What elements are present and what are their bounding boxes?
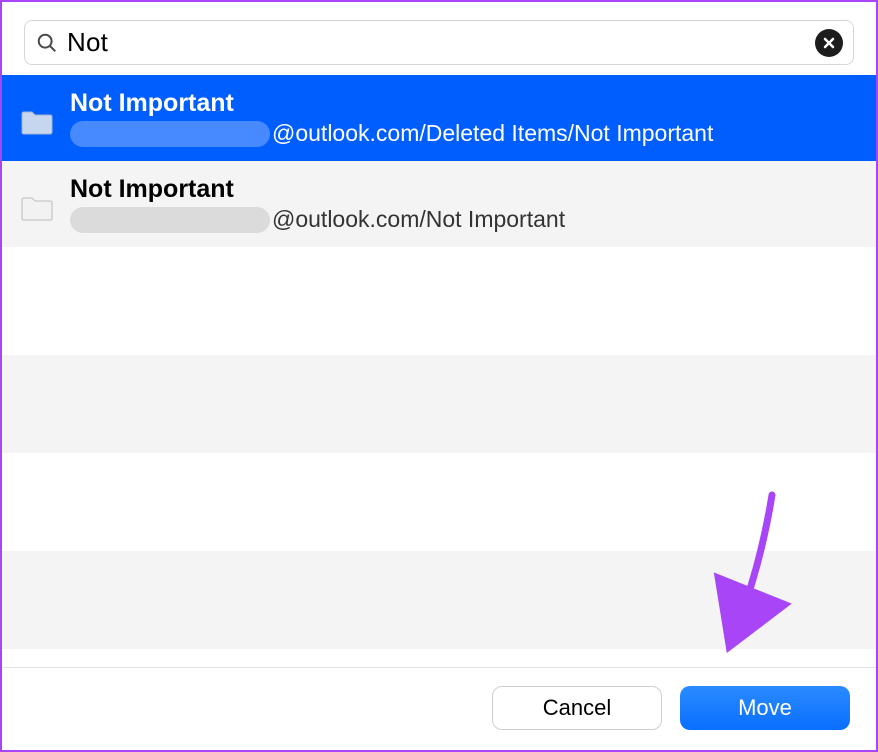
move-folder-dialog: Not Important @outlook.com/Deleted Items… [2,2,876,750]
result-title: Not Important [70,89,858,118]
result-text: Not Important @outlook.com/Deleted Items… [70,89,858,147]
redacted-segment [70,121,270,147]
search-area [2,2,876,75]
result-path: @outlook.com/Deleted Items/Not Important [70,120,858,147]
folder-icon [20,108,54,136]
result-path-text: @outlook.com/Not Important [272,206,565,233]
result-text: Not Important @outlook.com/Not Important [70,175,858,233]
result-title: Not Important [70,175,858,204]
results-list: Not Important @outlook.com/Deleted Items… [2,75,876,667]
search-field-wrapper [24,20,854,65]
folder-icon [20,194,54,222]
clear-search-button[interactable] [815,29,843,57]
cancel-button[interactable]: Cancel [492,686,662,730]
list-stripe [2,355,876,453]
redacted-segment [70,207,270,233]
result-path: @outlook.com/Not Important [70,206,858,233]
result-row[interactable]: Not Important @outlook.com/Deleted Items… [2,75,876,161]
result-row[interactable]: Not Important @outlook.com/Not Important [2,161,876,247]
search-input[interactable] [67,27,815,58]
result-path-text: @outlook.com/Deleted Items/Not Important [272,120,713,147]
dialog-footer: Cancel Move [2,667,876,750]
list-stripe [2,551,876,649]
move-button[interactable]: Move [680,686,850,730]
search-icon [35,31,59,55]
